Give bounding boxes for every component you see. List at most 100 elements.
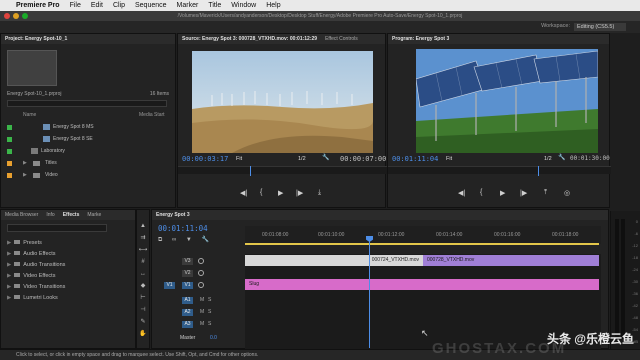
list-item[interactable]: ▶ Titles [1, 158, 175, 170]
mute-button[interactable]: M [200, 297, 204, 303]
settings-wrench-icon[interactable]: 🔧 [202, 237, 209, 243]
wrench-icon[interactable]: 🔧 [322, 154, 329, 161]
tab-markers[interactable]: Marke [87, 212, 101, 218]
source-fit-select[interactable]: Fit [236, 156, 242, 162]
program-playhead[interactable] [538, 166, 539, 176]
source-playhead[interactable] [250, 166, 251, 176]
program-video-frame[interactable] [416, 49, 598, 153]
list-item[interactable]: Energy Spot 8 MS [1, 122, 175, 134]
video-clip[interactable]: 000724_VTXHD.mov [245, 255, 423, 266]
menu-app-name[interactable]: Premiere Pro [16, 2, 60, 9]
step-back-icon[interactable]: ◀| [240, 189, 247, 197]
solo-button[interactable]: S [208, 297, 211, 303]
mark-in-icon[interactable]: { [480, 189, 482, 196]
track-label-a1[interactable]: A1 [182, 297, 193, 304]
menu-help[interactable]: Help [266, 2, 280, 9]
selection-tool-icon[interactable]: ▲ [138, 222, 148, 231]
slip-tool-icon[interactable]: ⊢ [138, 294, 148, 303]
link-icon[interactable]: ∞ [172, 237, 176, 243]
program-time-ruler[interactable] [388, 166, 611, 174]
slug-clip[interactable]: Slug [245, 279, 599, 290]
mark-in-icon[interactable]: { [260, 189, 262, 196]
program-fit-select[interactable]: Fit [446, 156, 452, 162]
mute-button[interactable]: M [200, 309, 204, 315]
snap-icon[interactable]: ⧉ [158, 237, 162, 243]
track-label-v1[interactable]: V1 [182, 282, 193, 289]
workspace-select[interactable]: Editing (CS5.5) [574, 23, 626, 31]
master-volume-value[interactable]: 0.0 [210, 335, 217, 341]
menu-edit[interactable]: Edit [91, 2, 103, 9]
slide-tool-icon[interactable]: ⊣ [138, 306, 148, 315]
lift-icon[interactable]: ⤒ [544, 189, 547, 197]
track-label-a3[interactable]: A3 [182, 321, 193, 328]
step-forward-icon[interactable]: |▶ [520, 189, 527, 197]
eye-icon[interactable] [198, 282, 204, 288]
play-icon[interactable]: ▶ [500, 189, 505, 197]
track-header-v3[interactable]: V3 [162, 256, 244, 267]
track-header-v2[interactable]: V2 [162, 268, 244, 279]
menu-clip[interactable]: Clip [113, 2, 125, 9]
export-frame-icon[interactable]: ◎ [564, 189, 570, 197]
effects-search-input[interactable] [7, 224, 107, 232]
insert-icon[interactable]: ⤓ [318, 189, 321, 197]
program-timecode[interactable]: 00:01:11:04 [392, 155, 438, 163]
effects-folder-video-effects[interactable]: ▶ Video Effects [7, 273, 55, 279]
expand-triangle-icon[interactable]: ▶ [23, 160, 27, 166]
project-search-input[interactable] [7, 100, 167, 107]
menu-window[interactable]: Window [231, 2, 256, 9]
list-item[interactable]: ▶ Video [1, 170, 175, 182]
solo-button[interactable]: S [208, 309, 211, 315]
effects-folder-audio-transitions[interactable]: ▶ Audio Transitions [7, 262, 65, 268]
mute-button[interactable]: M [200, 321, 204, 327]
rolling-edit-tool-icon[interactable]: # [138, 258, 148, 267]
menu-file[interactable]: File [70, 2, 81, 9]
program-resolution-select[interactable]: 1/2 [544, 156, 552, 162]
source-video-frame[interactable] [192, 51, 373, 153]
ripple-edit-tool-icon[interactable]: ⟷ [138, 246, 148, 255]
track-header-master[interactable]: Master 0.0 [162, 333, 244, 344]
tab-source[interactable]: Source: Energy Spot 3: 000728_VTXHD.mov:… [182, 36, 317, 42]
source-resolution-select[interactable]: 1/2 [298, 156, 306, 162]
effects-folder-video-transitions[interactable]: ▶ Video Transitions [7, 284, 65, 290]
track-header-a3[interactable]: A3 M S [162, 319, 244, 330]
tab-effect-controls[interactable]: Effect Controls [325, 36, 358, 42]
track-header-a1[interactable]: A1 M S [162, 295, 244, 306]
tab-program[interactable]: Program: Energy Spot 3 [392, 36, 449, 42]
timeline-timecode[interactable]: 00:01:11:04 [158, 224, 208, 233]
timeline-ruler[interactable] [245, 226, 601, 244]
source-patch-v1[interactable]: V1 [164, 282, 175, 289]
track-header-v1[interactable]: V1 V1 [162, 280, 244, 291]
track-header-a2[interactable]: A2 M S [162, 307, 244, 318]
tab-timeline-sequence[interactable]: Energy Spot 3 [156, 212, 190, 218]
menu-title[interactable]: Title [208, 2, 221, 9]
menu-sequence[interactable]: Sequence [135, 2, 167, 9]
step-back-icon[interactable]: ◀| [458, 189, 465, 197]
wrench-icon[interactable]: 🔧 [558, 154, 565, 161]
close-window-icon[interactable] [4, 13, 10, 19]
tab-media-browser[interactable]: Media Browser [5, 212, 38, 218]
work-area-bar[interactable] [245, 243, 599, 245]
hand-tool-icon[interactable]: ✋ [138, 330, 148, 339]
track-label-v3[interactable]: V3 [182, 258, 193, 265]
pen-tool-icon[interactable]: ✎ [138, 318, 148, 327]
tab-project[interactable]: Project: Energy Spot-10_1 [5, 36, 67, 42]
eye-icon[interactable] [198, 258, 204, 264]
track-select-tool-icon[interactable]: ⇉ [138, 234, 148, 243]
play-icon[interactable]: ▶ [278, 189, 283, 197]
column-name[interactable]: Name [23, 112, 36, 118]
rate-stretch-tool-icon[interactable]: ↔ [138, 270, 148, 279]
track-label-a2[interactable]: A2 [182, 309, 193, 316]
solo-button[interactable]: S [208, 321, 211, 327]
source-timecode[interactable]: 00:00:03:17 [182, 155, 228, 163]
list-item[interactable]: Laboratory [1, 146, 175, 158]
effects-folder-lumetri-looks[interactable]: ▶ Lumetri Looks [7, 295, 58, 301]
list-item[interactable]: Energy Spot 8 SE [1, 134, 175, 146]
track-label-v2[interactable]: V2 [182, 270, 193, 277]
timeline-playhead[interactable] [369, 236, 370, 348]
minimize-window-icon[interactable] [13, 13, 19, 19]
effects-folder-audio-effects[interactable]: ▶ Audio Effects [7, 251, 56, 257]
expand-triangle-icon[interactable]: ▶ [23, 172, 27, 178]
effects-folder-presets[interactable]: ▶ Presets [7, 240, 42, 246]
zoom-window-icon[interactable] [22, 13, 28, 19]
eye-icon[interactable] [198, 270, 204, 276]
